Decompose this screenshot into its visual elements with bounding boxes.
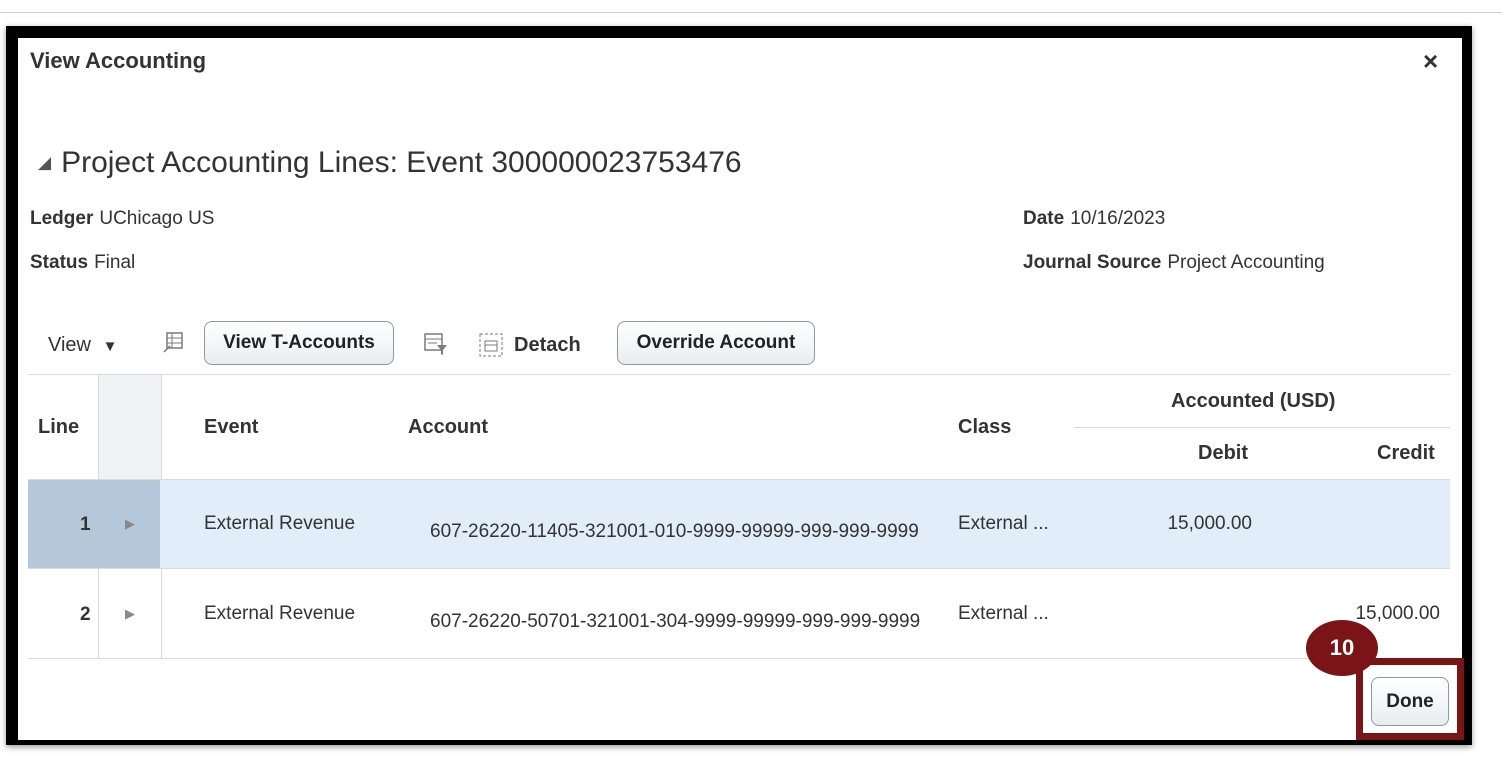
date-label: Date bbox=[1023, 208, 1065, 229]
query-by-example-icon[interactable] bbox=[423, 332, 449, 362]
caret-down-icon: ▼ bbox=[102, 338, 118, 355]
journal-source-label: Journal Source bbox=[1023, 252, 1162, 273]
step-callout-highlight bbox=[1356, 658, 1464, 740]
row-account: 607-26220-11405-321001-010-9999-99999-99… bbox=[430, 521, 919, 542]
dialog-title: View Accounting bbox=[30, 48, 207, 73]
row-class: External ... bbox=[958, 603, 1049, 624]
table-top-border bbox=[28, 374, 1450, 375]
view-t-accounts-button[interactable]: View T-Accounts bbox=[204, 321, 394, 365]
view-menu-label: View bbox=[48, 334, 91, 356]
table-bottom-border bbox=[28, 658, 1450, 659]
expand-row-icon[interactable]: ▶ bbox=[125, 516, 135, 532]
ledger-value: UChicago US bbox=[99, 208, 215, 229]
column-header-credit[interactable]: Credit bbox=[1377, 442, 1435, 465]
freeze-columns-icon[interactable] bbox=[162, 330, 186, 360]
view-menu[interactable]: View ▼ bbox=[48, 334, 117, 357]
step-number-badge: 10 bbox=[1306, 620, 1378, 676]
date-value: 10/16/2023 bbox=[1070, 208, 1166, 229]
table-header-gutter bbox=[98, 375, 161, 479]
column-header-line[interactable]: Line bbox=[38, 416, 79, 439]
row-event: External Revenue bbox=[204, 603, 356, 624]
status-field: Status Final bbox=[30, 252, 135, 274]
row-event: External Revenue bbox=[204, 513, 356, 534]
column-header-class[interactable]: Class bbox=[958, 416, 1011, 439]
ledger-label: Ledger bbox=[30, 208, 94, 229]
column-header-accounted-usd: Accounted (USD) bbox=[1171, 390, 1336, 412]
view-accounting-dialog: View Accounting × ◢ Project Accounting L… bbox=[18, 38, 1462, 740]
close-icon[interactable]: × bbox=[1423, 48, 1438, 74]
override-account-button[interactable]: Override Account bbox=[617, 321, 815, 365]
date-field: Date 10/16/2023 bbox=[1023, 208, 1165, 230]
expand-row-icon[interactable]: ▶ bbox=[125, 606, 135, 622]
row-account: 607-26220-50701-321001-304-9999-99999-99… bbox=[430, 611, 921, 632]
row-divider bbox=[28, 568, 1450, 569]
journal-source-value: Project Accounting bbox=[1167, 252, 1325, 273]
ledger-field: Ledger UChicago US bbox=[30, 208, 214, 230]
column-header-debit[interactable]: Debit bbox=[1198, 442, 1248, 465]
detach-icon[interactable] bbox=[478, 332, 504, 364]
detach-button[interactable]: Detach bbox=[514, 334, 581, 357]
column-header-account[interactable]: Account bbox=[408, 416, 488, 439]
status-value: Final bbox=[94, 252, 136, 273]
journal-source-field: Journal Source Project Accounting bbox=[1023, 252, 1325, 274]
column-header-event[interactable]: Event bbox=[204, 416, 258, 439]
row-line-number: 2 bbox=[80, 604, 91, 625]
accounted-header-divider bbox=[1074, 427, 1450, 428]
row-debit: 15,000.00 bbox=[1167, 513, 1252, 534]
section-title: Project Accounting Lines: Event 30000002… bbox=[61, 146, 742, 179]
row-class: External ... bbox=[958, 513, 1049, 534]
row-number-cell-selected bbox=[28, 480, 160, 568]
section-header[interactable]: ◢ Project Accounting Lines: Event 300000… bbox=[38, 146, 742, 180]
status-label: Status bbox=[30, 252, 89, 273]
collapse-triangle-icon[interactable]: ◢ bbox=[38, 153, 51, 173]
row-line-number: 1 bbox=[80, 514, 91, 535]
page-top-divider bbox=[0, 12, 1502, 13]
